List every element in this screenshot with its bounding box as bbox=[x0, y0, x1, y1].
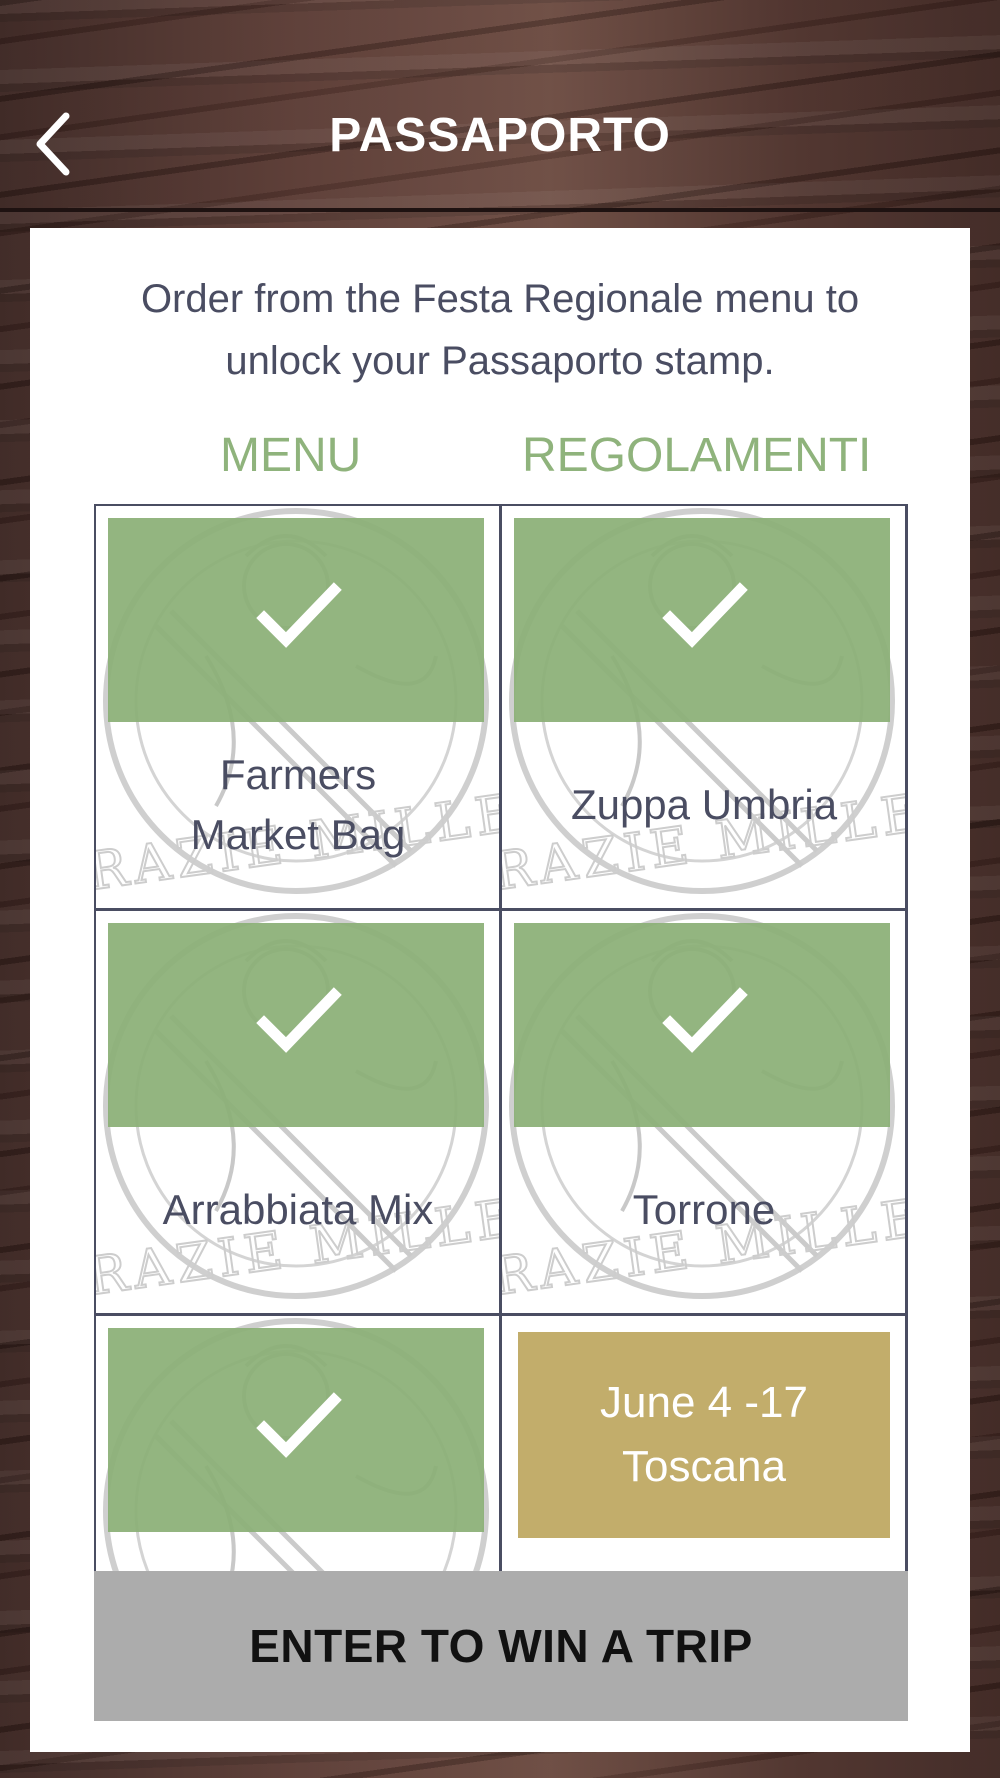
stamp-label-line: Market Bag bbox=[190, 811, 406, 858]
stamp-label: Zuppa Umbria bbox=[512, 730, 896, 880]
page-title: PASSAPORTO bbox=[329, 109, 671, 162]
stamp-cell[interactable]: GRAZIE MILLE! Arrabbiata Mix bbox=[96, 911, 502, 1316]
checkmark-icon bbox=[256, 1392, 342, 1458]
event-region: Toscana bbox=[622, 1442, 786, 1491]
navigation-bar: PASSAPORTO bbox=[0, 0, 1000, 212]
intro-line-1: Order from the Festa Regionale menu to bbox=[140, 277, 860, 321]
stamp-label-line: Torrone bbox=[632, 1186, 776, 1233]
stamp-label-line: Zuppa Umbria bbox=[570, 781, 838, 828]
checkmark-icon bbox=[662, 987, 748, 1053]
tab-menu[interactable]: MENU bbox=[220, 428, 361, 483]
checkmark-icon bbox=[256, 582, 342, 648]
stamp-cell[interactable]: GRAZIE MILLE! Zuppa Umbria bbox=[502, 506, 908, 911]
stamp-label-line: Arrabbiata Mix bbox=[162, 1186, 434, 1233]
completed-overlay bbox=[108, 923, 484, 1127]
intro-text: Order from the Festa Regionale menu to u… bbox=[30, 268, 970, 392]
stamp-label: Torrone bbox=[512, 1135, 896, 1285]
event-panel: June 4 -17 Toscana bbox=[518, 1332, 890, 1538]
completed-overlay bbox=[514, 923, 890, 1127]
stamp-label: Arrabbiata Mix bbox=[106, 1135, 490, 1285]
completed-overlay bbox=[514, 518, 890, 722]
intro-line-2: unlock your Passaporto stamp. bbox=[225, 339, 775, 383]
completed-overlay bbox=[108, 518, 484, 722]
stamp-cell[interactable]: GRAZIE MILLE! Torrone bbox=[502, 911, 908, 1316]
event-dates: June 4 -17 bbox=[600, 1378, 808, 1427]
stamp-label-line: Farmers bbox=[219, 751, 377, 798]
tab-regolamenti[interactable]: REGOLAMENTI bbox=[522, 428, 871, 483]
stamp-grid: GRAZIE MILLE! Farmers Market Bag GRAZIE … bbox=[94, 504, 908, 1721]
enter-to-win-button[interactable]: ENTER TO WIN A TRIP bbox=[94, 1571, 908, 1721]
stamp-label: Farmers Market Bag bbox=[106, 730, 490, 880]
passport-card: Order from the Festa Regionale menu to u… bbox=[30, 228, 970, 1752]
checkmark-icon bbox=[662, 582, 748, 648]
stamp-cell[interactable]: GRAZIE MILLE! Farmers Market Bag bbox=[96, 506, 502, 911]
completed-overlay bbox=[108, 1328, 484, 1532]
checkmark-icon bbox=[256, 987, 342, 1053]
